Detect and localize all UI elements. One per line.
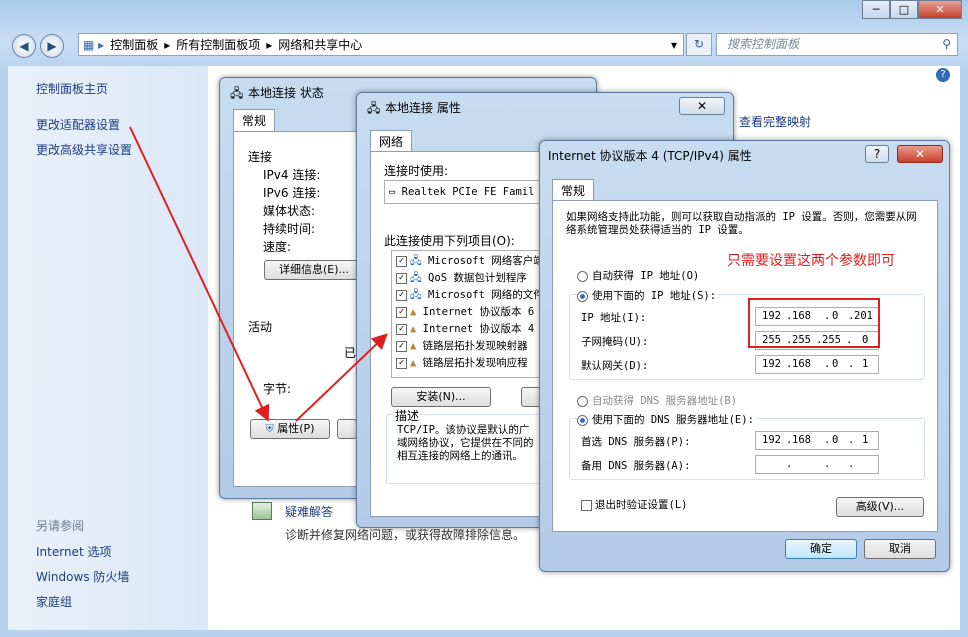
arrow-to-ipv4 [295, 333, 388, 422]
annotation-arrows [129, 126, 388, 422]
arrow-to-properties [129, 126, 270, 422]
